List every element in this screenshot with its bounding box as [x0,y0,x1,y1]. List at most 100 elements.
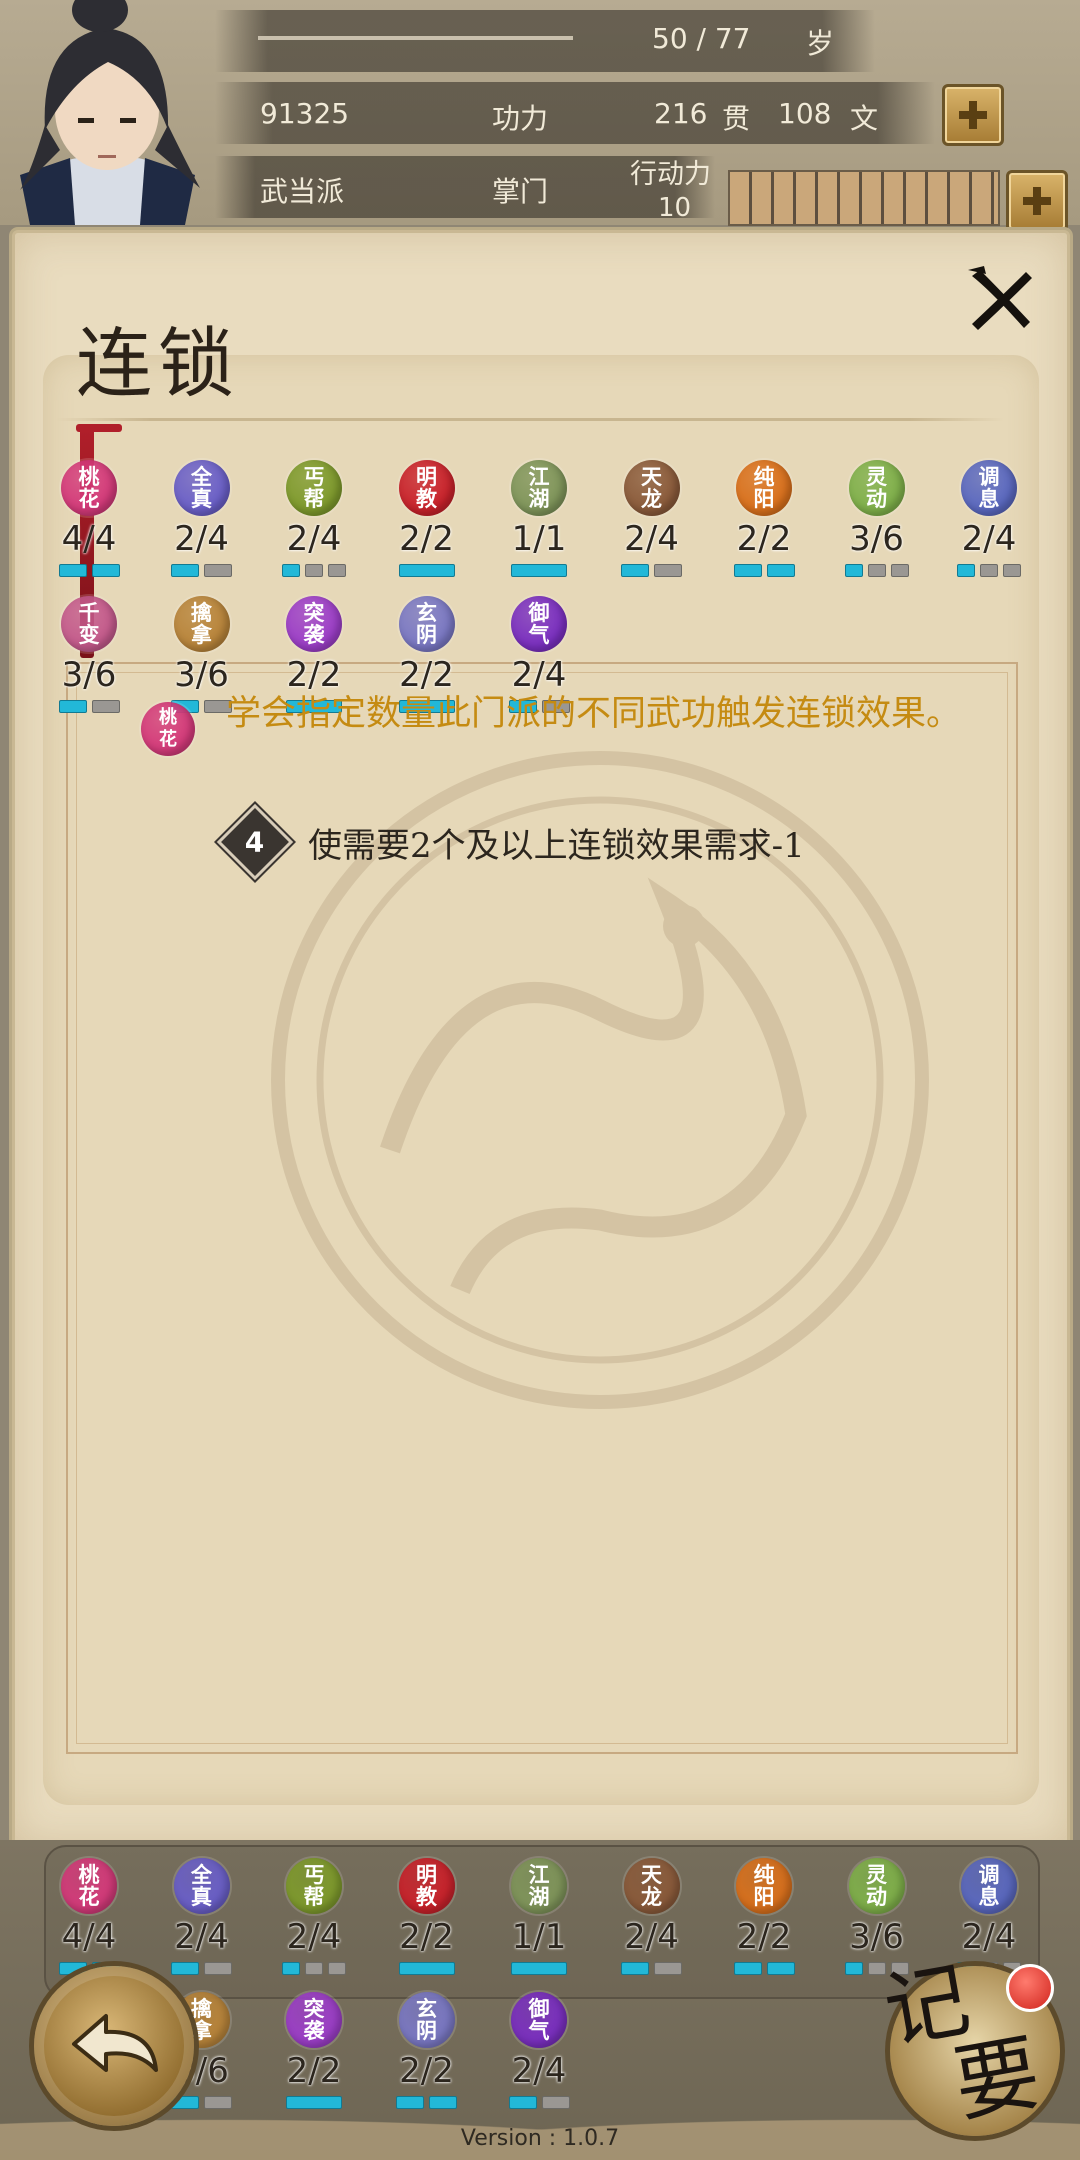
progress-pip [980,564,998,577]
sect-name: 桃花 [78,1862,100,1909]
sect-name: 明教 [416,1862,437,1909]
sect-count: 3/6 [849,519,904,559]
sect-count: 2/2 [399,519,454,559]
sect-count: 2/4 [511,2051,567,2091]
memo-label-2: 要 [946,2022,1047,2135]
progress-pip [171,564,199,577]
sect-name: 突袭 [303,600,325,647]
bottom_sects-sect-badge[interactable]: 明教 2/2 [372,1858,482,1975]
sect-progress-pips [484,1962,594,1975]
action-value: 10 [658,193,692,223]
sect-count: 2/4 [174,1917,229,1957]
sect-name: 御气 [528,1996,550,2043]
sects-sect-badge[interactable]: 明教 2/2 [372,460,482,577]
sect-coin-icon: 天龙 [623,460,680,516]
sect-count: 2/2 [399,2051,454,2091]
close-icon[interactable] [962,262,1038,338]
sect-count: 2/4 [511,655,567,695]
sects-sect-badge[interactable]: 江湖 1/1 [484,460,594,577]
add-money-button[interactable] [942,84,1004,146]
sect-progress-pips [597,1962,707,1975]
sect-count: 4/4 [61,519,117,559]
sects-sect-badge[interactable]: 丐帮 2/4 [259,460,369,577]
bottom_sects-sect-badge[interactable]: 纯阳 2/2 [709,1858,819,1975]
sects-sect-badge[interactable]: 灵动 3/6 [822,460,932,577]
progress-pip [844,564,863,577]
sects-sect-badge[interactable]: 桃花 4/4 [34,460,144,577]
sect-coin-icon: 突袭 [286,596,342,652]
sect-name: 玄阴 [416,600,437,647]
sect-progress-pips [259,1962,369,1975]
progress-pip [890,564,909,577]
sect-count: 2/4 [624,1917,679,1957]
player-avatar[interactable] [0,0,215,225]
bottom_sects-sect-badge[interactable]: 桃花 4/4 [34,1858,144,1975]
sect-coin-icon: 全真 [173,460,230,516]
progress-pip [733,564,762,577]
panel-title: 连锁 [76,319,240,408]
sect-coin-icon: 纯阳 [736,1858,792,1914]
bottom_sects-sect-badge[interactable]: 全真 2/4 [147,1858,257,1975]
sect-name: 丐帮 [303,464,325,511]
sect-progress-pips [147,564,257,577]
sect-name: 丐帮 [303,1862,325,1909]
progress-pip [1003,564,1021,577]
sect-count: 2/4 [286,1917,342,1957]
sect-name: 突袭 [303,1996,325,2043]
bottom_sects-sect-badge[interactable]: 江湖 1/1 [484,1858,594,1975]
sect-progress-pips [822,564,932,577]
progress-pip [621,1962,649,1975]
progress-pip [91,700,120,713]
sect-count: 2/2 [736,519,792,559]
progress-pip [766,564,795,577]
bottom_sects-sect-badge[interactable]: 天龙 2/4 [597,1858,707,1975]
sect-count: 2/2 [736,1917,792,1957]
sect-progress-pips [484,564,594,577]
progress-pip [58,564,87,577]
age-unit: 岁 [806,27,835,60]
sects-sect-badge[interactable]: 全真 2/4 [147,460,257,577]
sect-name: 全真 [191,1862,212,1909]
progress-pip [654,564,682,577]
sect-name: 调息 [978,1862,1000,1909]
sect-coin-icon: 千变 [61,596,117,652]
sect-coin-icon: 玄阴 [398,596,455,652]
age-value: 50 / 77 [652,22,751,55]
sects-sect-badge[interactable]: 调息 2/4 [934,460,1044,577]
progress-pip [328,564,346,577]
sects-sect-badge[interactable]: 天龙 2/4 [597,460,707,577]
sect-coin-icon: 丐帮 [286,460,342,516]
sect-coin-icon: 江湖 [511,460,567,516]
sect-progress-pips [709,1962,819,1975]
sect-count: 2/4 [174,519,229,559]
action-points-bar [728,170,1000,226]
progress-pip [305,564,323,577]
sect-count: 1/1 [511,1917,567,1957]
version-label: Version : 1.0.7 [460,2126,620,2151]
sect-coin-icon: 突袭 [286,1992,342,2048]
sect-coin-icon: 桃花 [61,1858,117,1914]
bottom_sects-sect-badge[interactable]: 丐帮 2/4 [259,1858,369,1975]
sect-coin-icon: 明教 [398,1858,455,1914]
sect-name: 御气 [528,600,550,647]
back-button[interactable] [34,1966,194,2126]
sect-progress-pips [709,564,819,577]
sect-count: 2/2 [286,2051,342,2091]
age-row [215,10,875,72]
sect-coin-icon: 御气 [511,1992,567,2048]
sects-sect-badge[interactable]: 纯阳 2/2 [709,460,819,577]
sect-progress-pips [34,700,144,713]
sect-progress-pips [372,564,482,577]
sect-coin-icon: 桃花 [141,702,195,756]
sect-coin-icon: 桃花 [61,460,117,516]
progress-pip [282,564,300,577]
sect-count: 2/2 [286,655,342,695]
experience-bar [258,36,573,40]
sect-name: 玄阴 [416,1996,437,2043]
add-action-button[interactable] [1006,170,1068,232]
sects-sect-badge[interactable]: 千变 3/6 [34,596,144,713]
sect-count: 2/4 [286,519,342,559]
sect-coin-icon: 灵动 [848,460,905,516]
power-value: 91325 [260,97,350,130]
progress-pip [305,1962,323,1975]
